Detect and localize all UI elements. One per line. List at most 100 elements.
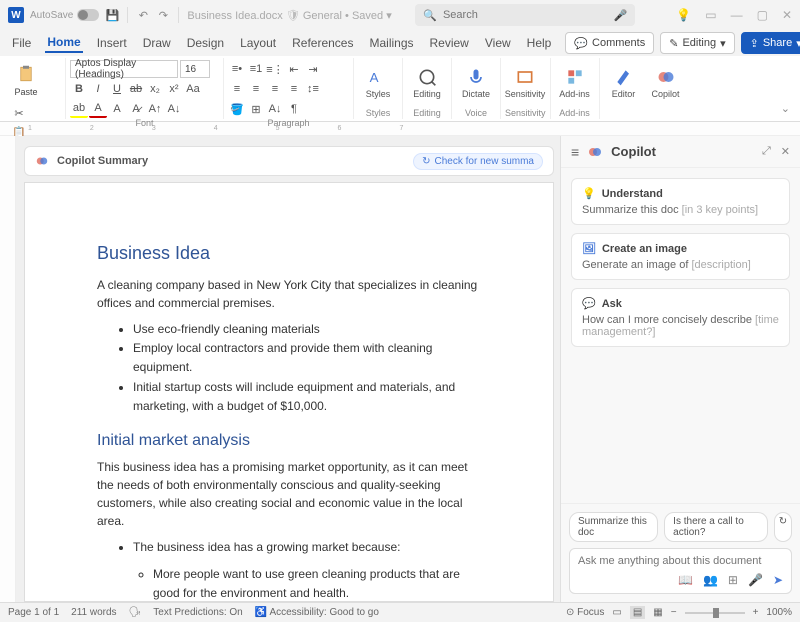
copilot-ribbon-button[interactable]: Copilot bbox=[646, 63, 686, 103]
shrink-font-icon[interactable]: A↓ bbox=[165, 100, 183, 118]
ribbon-mode-icon[interactable]: ▭ bbox=[705, 8, 716, 22]
redo-icon[interactable]: ↷ bbox=[156, 8, 170, 22]
bullets-icon[interactable]: ≡• bbox=[228, 60, 246, 78]
font-name-select[interactable]: Aptos Display (Headings) bbox=[70, 60, 178, 78]
zoom-out-icon[interactable]: − bbox=[671, 607, 677, 618]
bold-icon[interactable]: B bbox=[70, 80, 88, 98]
tab-draw[interactable]: Draw bbox=[141, 34, 173, 52]
subscript-icon[interactable]: x₂ bbox=[146, 80, 164, 98]
suggestion-card-ask[interactable]: 💬Ask How can I more concisely describe [… bbox=[571, 288, 790, 347]
tab-references[interactable]: References bbox=[290, 34, 355, 52]
line-spacing-icon[interactable]: ↕≡ bbox=[304, 80, 322, 98]
tab-file[interactable]: File bbox=[10, 34, 33, 52]
expand-icon[interactable]: ⤢ bbox=[762, 145, 771, 158]
italic-icon[interactable]: I bbox=[89, 80, 107, 98]
ask-input-box[interactable]: 📖 👥 ⊞ 🎤 ➤ bbox=[569, 548, 792, 594]
vertical-ruler[interactable] bbox=[0, 136, 16, 602]
borders-icon[interactable]: ⊞ bbox=[247, 100, 265, 118]
document-page[interactable]: Business Idea A cleaning company based i… bbox=[24, 182, 554, 602]
zoom-slider[interactable] bbox=[685, 612, 745, 614]
change-case-icon[interactable]: Aa bbox=[184, 80, 202, 98]
document-name[interactable]: Business Idea.docx 🛡 General • Saved ▾ bbox=[187, 9, 391, 22]
editing-mode-button[interactable]: ✎ Editing ▾ bbox=[660, 32, 734, 54]
tab-design[interactable]: Design bbox=[185, 34, 226, 52]
send-icon[interactable]: ➤ bbox=[773, 573, 783, 587]
grid-icon[interactable]: ⊞ bbox=[728, 573, 738, 587]
people-icon[interactable]: 👥 bbox=[703, 573, 718, 587]
save-icon[interactable]: 💾 bbox=[105, 8, 119, 22]
menu-icon[interactable]: ≡ bbox=[571, 144, 579, 160]
decrease-indent-icon[interactable]: ⇤ bbox=[285, 60, 303, 78]
lightbulb-icon[interactable]: 💡 bbox=[676, 8, 691, 22]
dictate-button[interactable]: Dictate bbox=[456, 63, 496, 103]
read-mode-icon[interactable]: ▭ bbox=[612, 607, 621, 618]
align-right-icon[interactable]: ≡ bbox=[266, 80, 284, 98]
tab-help[interactable]: Help bbox=[525, 34, 554, 52]
comments-button[interactable]: 💬 Comments bbox=[565, 32, 654, 54]
body-paragraph[interactable]: This business idea has a promising marke… bbox=[97, 458, 481, 530]
minimize-icon[interactable]: — bbox=[731, 8, 743, 22]
text-predictions[interactable]: Text Predictions: On bbox=[153, 607, 242, 618]
focus-mode-button[interactable]: ⊙ Focus bbox=[566, 607, 604, 618]
mic-icon[interactable]: 🎤 bbox=[748, 573, 763, 587]
highlight-icon[interactable]: ab bbox=[70, 100, 88, 118]
tab-mailings[interactable]: Mailings bbox=[367, 34, 415, 52]
align-left-icon[interactable]: ≡ bbox=[228, 80, 246, 98]
close-icon[interactable]: ✕ bbox=[782, 8, 792, 22]
close-pane-icon[interactable]: ✕ bbox=[781, 145, 790, 158]
text-effects-icon[interactable]: A bbox=[108, 100, 126, 118]
ask-input[interactable] bbox=[578, 555, 783, 567]
shading-icon[interactable]: 🪣 bbox=[228, 100, 246, 118]
prompt-book-icon[interactable]: 📖 bbox=[678, 573, 693, 587]
grow-font-icon[interactable]: A↑ bbox=[146, 100, 164, 118]
superscript-icon[interactable]: x² bbox=[165, 80, 183, 98]
editing-button[interactable]: Editing bbox=[407, 63, 447, 103]
list-item[interactable]: Employ local contractors and provide the… bbox=[133, 339, 481, 377]
autosave-toggle[interactable]: AutoSave bbox=[30, 9, 99, 21]
increase-indent-icon[interactable]: ⇥ bbox=[304, 60, 322, 78]
mic-icon[interactable]: 🎤 bbox=[614, 9, 628, 22]
tab-insert[interactable]: Insert bbox=[95, 34, 129, 52]
web-layout-icon[interactable]: ▦ bbox=[653, 607, 662, 618]
paste-button[interactable]: Paste bbox=[10, 58, 42, 102]
suggestion-card-create-image[interactable]: 🖼Create an image Generate an image of [d… bbox=[571, 233, 790, 280]
font-color-icon[interactable]: A bbox=[89, 100, 107, 118]
list-item[interactable]: Use eco-friendly cleaning materials bbox=[133, 320, 481, 339]
editor-button[interactable]: Editor bbox=[604, 63, 644, 103]
page-count[interactable]: Page 1 of 1 bbox=[8, 607, 59, 618]
print-layout-icon[interactable]: ▤ bbox=[630, 606, 645, 619]
chip-summarize[interactable]: Summarize this doc bbox=[569, 512, 658, 542]
heading-2[interactable]: Initial market analysis bbox=[97, 432, 481, 450]
list-item[interactable]: Initial startup costs will include equip… bbox=[133, 378, 481, 416]
list-item[interactable]: The business idea has a growing market b… bbox=[133, 538, 481, 557]
sensitivity-button[interactable]: Sensitivity bbox=[505, 63, 545, 103]
tab-review[interactable]: Review bbox=[428, 34, 471, 52]
list-item[interactable]: More people want to use green cleaning p… bbox=[153, 565, 481, 602]
suggestion-card-understand[interactable]: 💡Understand Summarize this doc [in 3 key… bbox=[571, 178, 790, 225]
maximize-icon[interactable]: ▢ bbox=[757, 8, 768, 22]
zoom-level[interactable]: 100% bbox=[766, 607, 792, 618]
search-box[interactable]: 🔍 🎤 bbox=[415, 4, 635, 26]
search-input[interactable] bbox=[443, 9, 608, 21]
addins-button[interactable]: Add-ins bbox=[555, 63, 595, 103]
cut-icon[interactable]: ✂ bbox=[10, 104, 28, 122]
justify-icon[interactable]: ≡ bbox=[285, 80, 303, 98]
heading-1[interactable]: Business Idea bbox=[97, 243, 481, 264]
sort-icon[interactable]: A↓ bbox=[266, 100, 284, 118]
font-size-select[interactable]: 16 bbox=[180, 60, 210, 78]
underline-icon[interactable]: U bbox=[108, 80, 126, 98]
strikethrough-icon[interactable]: ab bbox=[127, 80, 145, 98]
language-icon[interactable]: 🗣 bbox=[129, 607, 142, 618]
styles-button[interactable]: AStyles bbox=[358, 63, 398, 103]
toggle-off-icon[interactable] bbox=[77, 9, 99, 21]
zoom-in-icon[interactable]: + bbox=[753, 607, 759, 618]
accessibility-status[interactable]: ♿ Accessibility: Good to go bbox=[255, 607, 379, 618]
body-paragraph[interactable]: A cleaning company based in New York Cit… bbox=[97, 276, 481, 312]
clear-format-icon[interactable]: A̷ bbox=[127, 100, 145, 118]
refresh-chips-icon[interactable]: ↻ bbox=[774, 512, 792, 542]
tab-layout[interactable]: Layout bbox=[238, 34, 278, 52]
tab-home[interactable]: Home bbox=[45, 33, 82, 53]
tab-view[interactable]: View bbox=[483, 34, 513, 52]
word-count[interactable]: 211 words bbox=[71, 607, 116, 618]
check-summary-button[interactable]: ↻ Check for new summa bbox=[413, 153, 543, 170]
